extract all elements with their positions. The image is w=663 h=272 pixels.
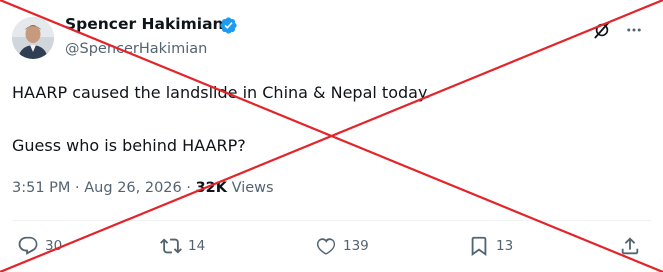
- heart-icon: [316, 238, 336, 255]
- views-label: Views: [227, 180, 274, 196]
- meta-separator: ·: [70, 180, 85, 196]
- tweet-text-line-1: HAARP caused the landslide in China & Ne…: [12, 83, 431, 102]
- tweet-timestamp[interactable]: 3:51 PM: [12, 180, 70, 196]
- bookmark-icon: [471, 236, 487, 257]
- grok-icon[interactable]: [592, 20, 612, 40]
- bookmark-button[interactable]: 13: [468, 234, 513, 258]
- meta-separator: ·: [181, 180, 196, 196]
- bookmark-count: 13: [496, 238, 514, 254]
- verified-badge-icon: [220, 17, 237, 34]
- like-count: 139: [343, 238, 369, 254]
- reply-count: 30: [45, 238, 63, 254]
- repost-button[interactable]: 14: [160, 234, 205, 258]
- views-count: 32K: [195, 180, 228, 196]
- tweet-text-line-2: Guess who is behind HAARP?: [12, 136, 246, 155]
- reply-button[interactable]: 30: [17, 234, 62, 258]
- author-handle[interactable]: @SpencerHakimian: [65, 41, 207, 57]
- tweet-card: Spencer Hakimian @SpencerHakimian HAARP …: [0, 0, 663, 272]
- share-icon: [621, 237, 639, 255]
- repost-icon: [160, 238, 182, 254]
- repost-count: 14: [188, 238, 206, 254]
- author-display-name[interactable]: Spencer Hakimian: [65, 15, 224, 33]
- like-button[interactable]: 139: [315, 234, 369, 258]
- share-button[interactable]: [619, 234, 641, 258]
- reply-icon: [18, 236, 38, 255]
- tweet-date[interactable]: Aug 26, 2026: [84, 180, 182, 196]
- tweet-meta: 3:51 PM · Aug 26, 2026 · 32K Views: [12, 180, 274, 196]
- divider: [12, 220, 651, 221]
- more-icon[interactable]: [624, 21, 644, 39]
- avatar[interactable]: [12, 17, 54, 59]
